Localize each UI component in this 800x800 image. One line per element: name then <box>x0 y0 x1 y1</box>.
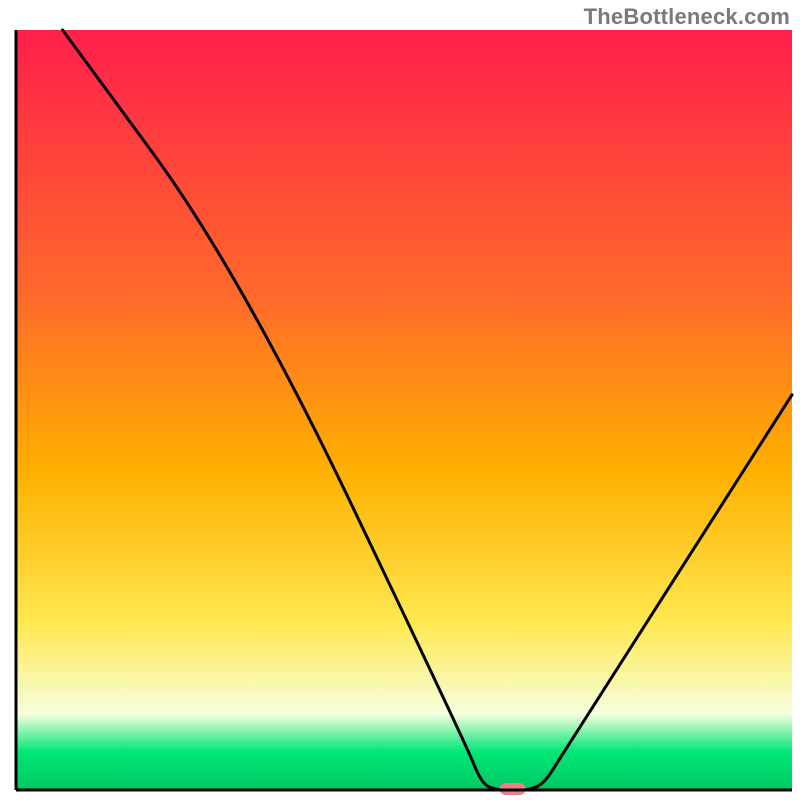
chart-container: TheBottleneck.com <box>0 0 800 800</box>
watermark-text: TheBottleneck.com <box>584 4 790 30</box>
gradient-background <box>16 30 792 790</box>
bottleneck-chart <box>0 0 800 800</box>
